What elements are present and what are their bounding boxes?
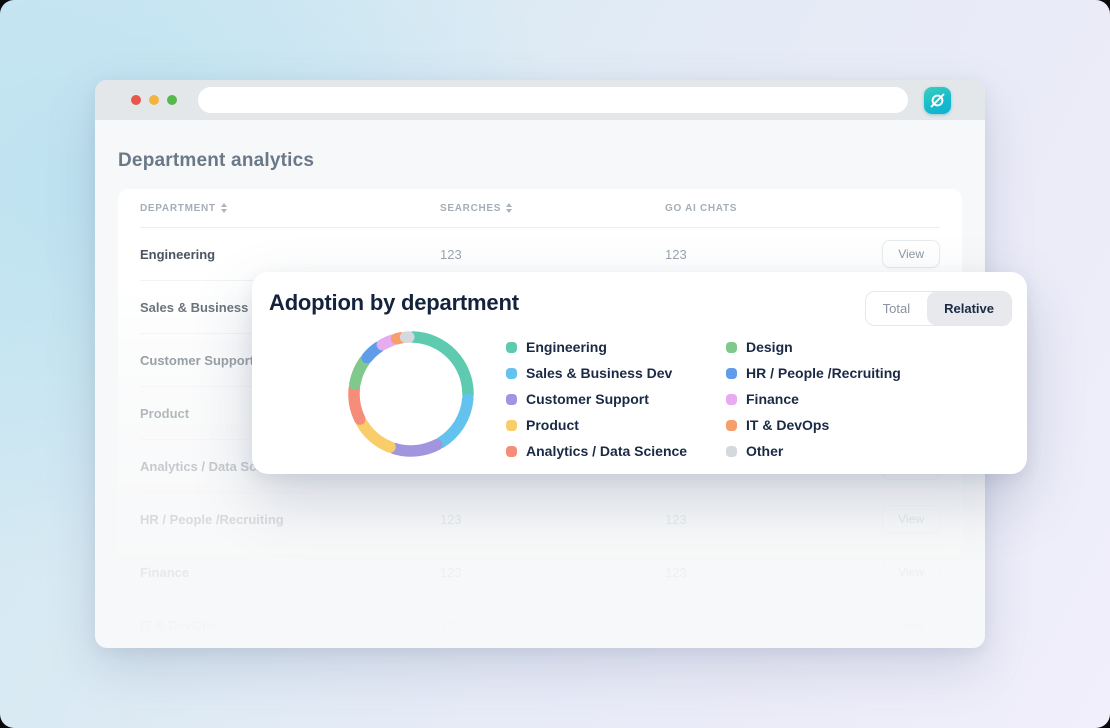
department-cell: Engineering [140, 247, 440, 262]
sort-icon[interactable] [506, 203, 512, 213]
searches-cell: 123 [440, 618, 665, 633]
legend-label: IT & DevOps [746, 417, 829, 433]
donut-segment-engineering [413, 337, 468, 394]
glean-logo-icon [928, 91, 947, 110]
department-cell: HR / People /Recruiting [140, 512, 440, 527]
department-cell: Finance [140, 565, 440, 580]
legend-label: HR / People /Recruiting [746, 365, 901, 381]
screenshot-canvas: Department analytics DEPARTMENT SEARCHES G… [0, 0, 1110, 728]
legend-item: Customer Support [506, 386, 687, 412]
donut-chart-svg [343, 326, 479, 462]
modal-title: Adoption by department [269, 290, 519, 316]
donut-segment-design [355, 361, 365, 384]
view-button[interactable]: View [882, 558, 940, 586]
legend-color-swatch [506, 446, 517, 457]
table-row: IT & DevOps123123View [140, 599, 940, 645]
column-header-department[interactable]: DEPARTMENT [140, 203, 440, 214]
legend-color-swatch [726, 342, 737, 353]
close-window-icon[interactable] [131, 95, 141, 105]
legend-item: Engineering [506, 334, 687, 360]
donut-segment-customer-support [394, 445, 437, 451]
view-button[interactable]: View [882, 612, 940, 640]
searches-cell: 123 [440, 247, 665, 262]
department-cell: IT & DevOps [140, 618, 440, 633]
toggle-option-relative[interactable]: Relative [927, 292, 1011, 325]
legend-item: IT & DevOps [726, 412, 901, 438]
legend-color-swatch [506, 420, 517, 431]
legend-label: Sales & Business Dev [526, 365, 672, 381]
donut-segment-sales-business-dev [441, 399, 468, 443]
view-button[interactable]: View [882, 505, 940, 533]
donut-segment-finance [382, 340, 392, 345]
legend-item: Product [506, 412, 687, 438]
legend-label: Finance [746, 391, 799, 407]
column-label: SEARCHES [440, 203, 501, 214]
go-ai-chats-cell: 123 [665, 618, 860, 633]
searches-cell: 123 [440, 512, 665, 527]
chart-legend-column-1: Engineering Sales & Business Dev Customer … [506, 334, 687, 464]
column-label: GO AI CHATS [665, 203, 737, 214]
legend-label: Engineering [526, 339, 607, 355]
searches-cell: 123 [440, 565, 665, 580]
chart-legend-column-2: Design HR / People /Recruiting Finance IT &… [726, 334, 901, 464]
column-label: DEPARTMENT [140, 203, 216, 214]
total-relative-toggle: TotalRelative [865, 291, 1012, 326]
go-ai-chats-cell: 123 [665, 512, 860, 527]
legend-color-swatch [726, 368, 737, 379]
sort-icon[interactable] [221, 203, 227, 213]
legend-label: Analytics / Data Science [526, 443, 687, 459]
legend-item: Design [726, 334, 901, 360]
adoption-by-department-card: Adoption by department TotalRelative Eng… [252, 272, 1027, 474]
legend-color-swatch [506, 394, 517, 405]
table-row: Finance123123View [140, 546, 940, 599]
adoption-donut-chart [343, 326, 479, 462]
toggle-option-total[interactable]: Total [866, 292, 927, 325]
legend-label: Design [746, 339, 793, 355]
maximize-window-icon[interactable] [167, 95, 177, 105]
legend-item: Sales & Business Dev [506, 360, 687, 386]
go-ai-chats-cell: 123 [665, 247, 860, 262]
page-title: Department analytics [118, 150, 962, 172]
table-row: HR / People /Recruiting123123View [140, 493, 940, 546]
legend-label: Other [746, 443, 783, 459]
legend-color-swatch [726, 394, 737, 405]
donut-segment-product [362, 423, 390, 447]
legend-item: Other [726, 438, 901, 464]
legend-label: Customer Support [526, 391, 649, 407]
donut-segment-hr-people-recruiting [367, 347, 379, 358]
legend-color-swatch [726, 420, 737, 431]
donut-segment-analytics-data-science [354, 389, 360, 419]
minimize-window-icon[interactable] [149, 95, 159, 105]
go-ai-chats-cell: 123 [665, 565, 860, 580]
legend-color-swatch [726, 446, 737, 457]
legend-color-swatch [506, 368, 517, 379]
column-header-searches[interactable]: SEARCHES [440, 203, 665, 214]
view-button[interactable]: View [882, 240, 940, 268]
legend-item: HR / People /Recruiting [726, 360, 901, 386]
browser-topbar [95, 80, 985, 120]
legend-item: Finance [726, 386, 901, 412]
glean-extension-button[interactable] [924, 87, 951, 114]
url-bar[interactable] [198, 87, 908, 113]
table-header-row: DEPARTMENT SEARCHES GO AI CHATS [140, 189, 940, 228]
legend-color-swatch [506, 342, 517, 353]
column-header-go-ai-chats: GO AI CHATS [665, 203, 860, 214]
legend-label: Product [526, 417, 579, 433]
legend-item: Analytics / Data Science [506, 438, 687, 464]
